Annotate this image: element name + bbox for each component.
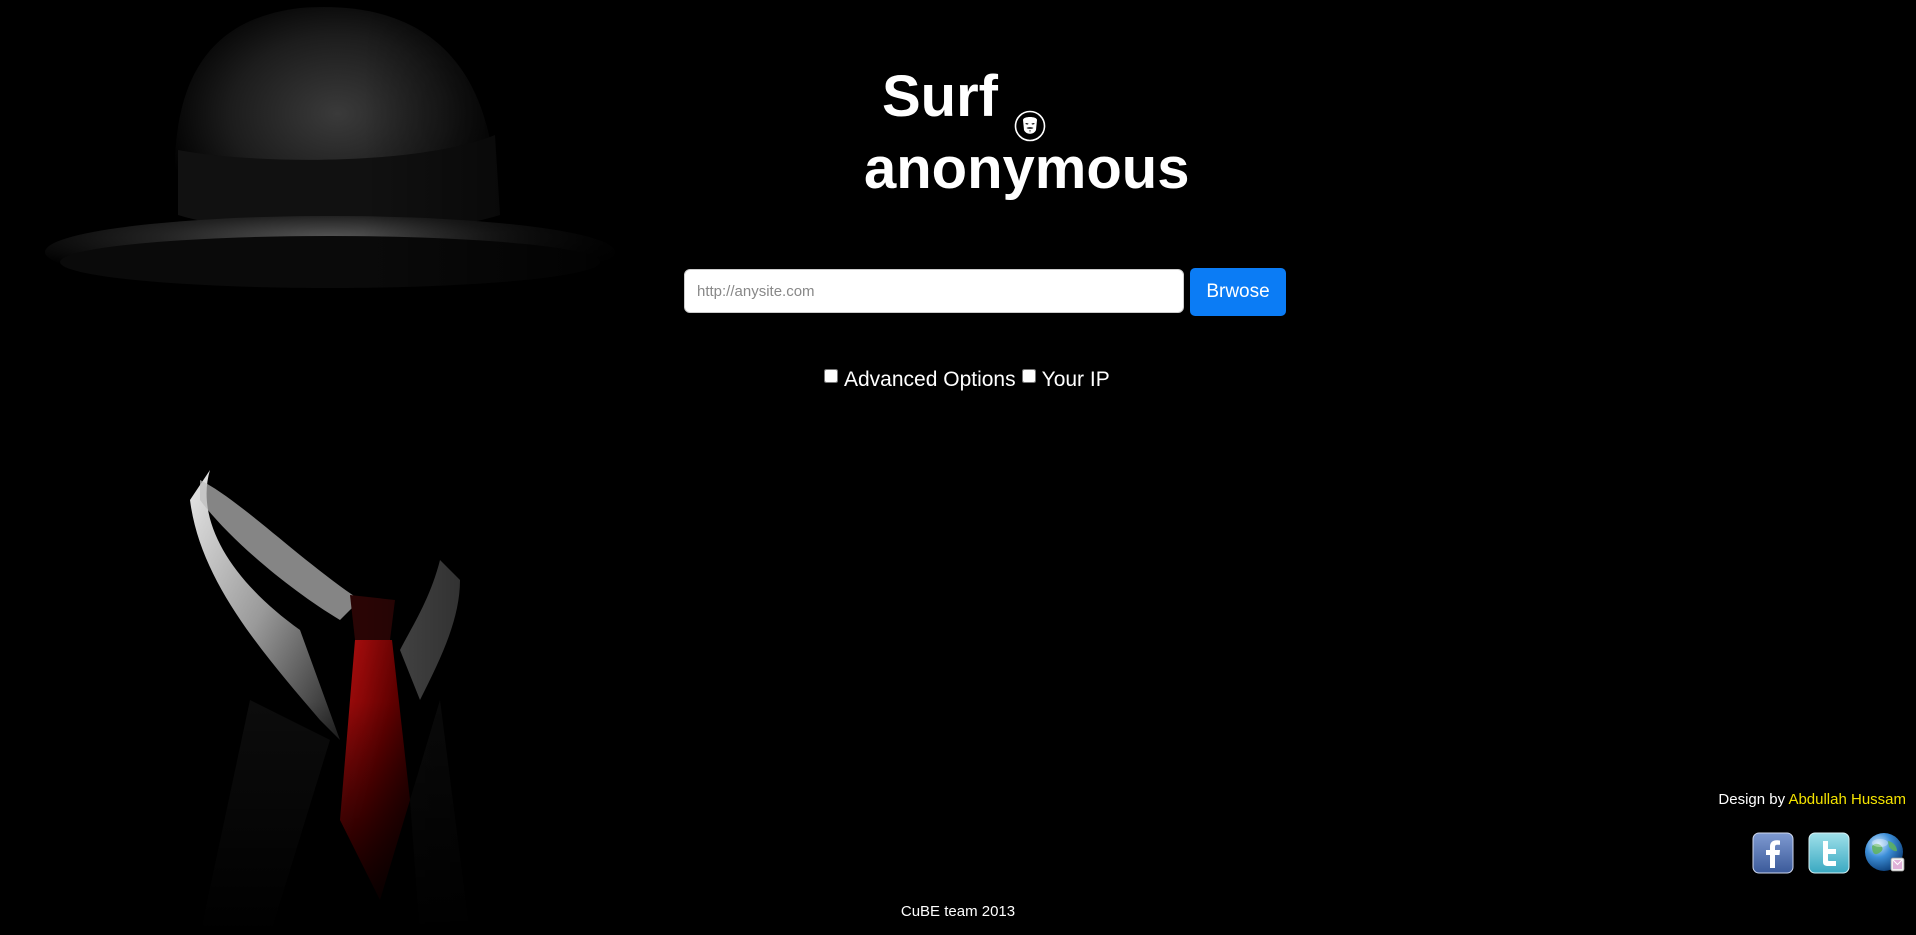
page-title: Surf (882, 62, 1046, 142)
browse-button[interactable]: Brwose (1190, 268, 1286, 316)
options-row: Advanced Options Your IP (822, 368, 1110, 392)
facebook-icon[interactable] (1752, 832, 1794, 874)
page: Surf anonymous Brwose Advanced Options Y… (0, 0, 1916, 935)
advanced-options-toggle[interactable]: Advanced Options (822, 368, 1016, 392)
title-word-anonymous: anonymous (864, 136, 1190, 201)
background-figure-image (0, 0, 660, 935)
title-word-surf: Surf (882, 64, 998, 129)
your-ip-label: Your IP (1041, 368, 1110, 391)
globe-icon[interactable] (1864, 832, 1906, 874)
your-ip-checkbox[interactable] (1021, 369, 1036, 383)
social-links (1752, 832, 1906, 874)
anonymous-mask-icon (1014, 88, 1046, 142)
twitter-icon[interactable] (1808, 832, 1850, 874)
design-credit: Design by Abdullah Hussam (1718, 791, 1906, 808)
advanced-options-label: Advanced Options (844, 368, 1016, 391)
design-credit-prefix: Design by (1718, 791, 1786, 808)
your-ip-toggle[interactable]: Your IP (1020, 368, 1110, 392)
url-input[interactable] (684, 269, 1184, 313)
footer-text: CuBE team 2013 (900, 903, 1016, 920)
advanced-options-checkbox[interactable] (824, 369, 838, 383)
author-link[interactable]: Abdullah Hussam (1788, 791, 1906, 808)
